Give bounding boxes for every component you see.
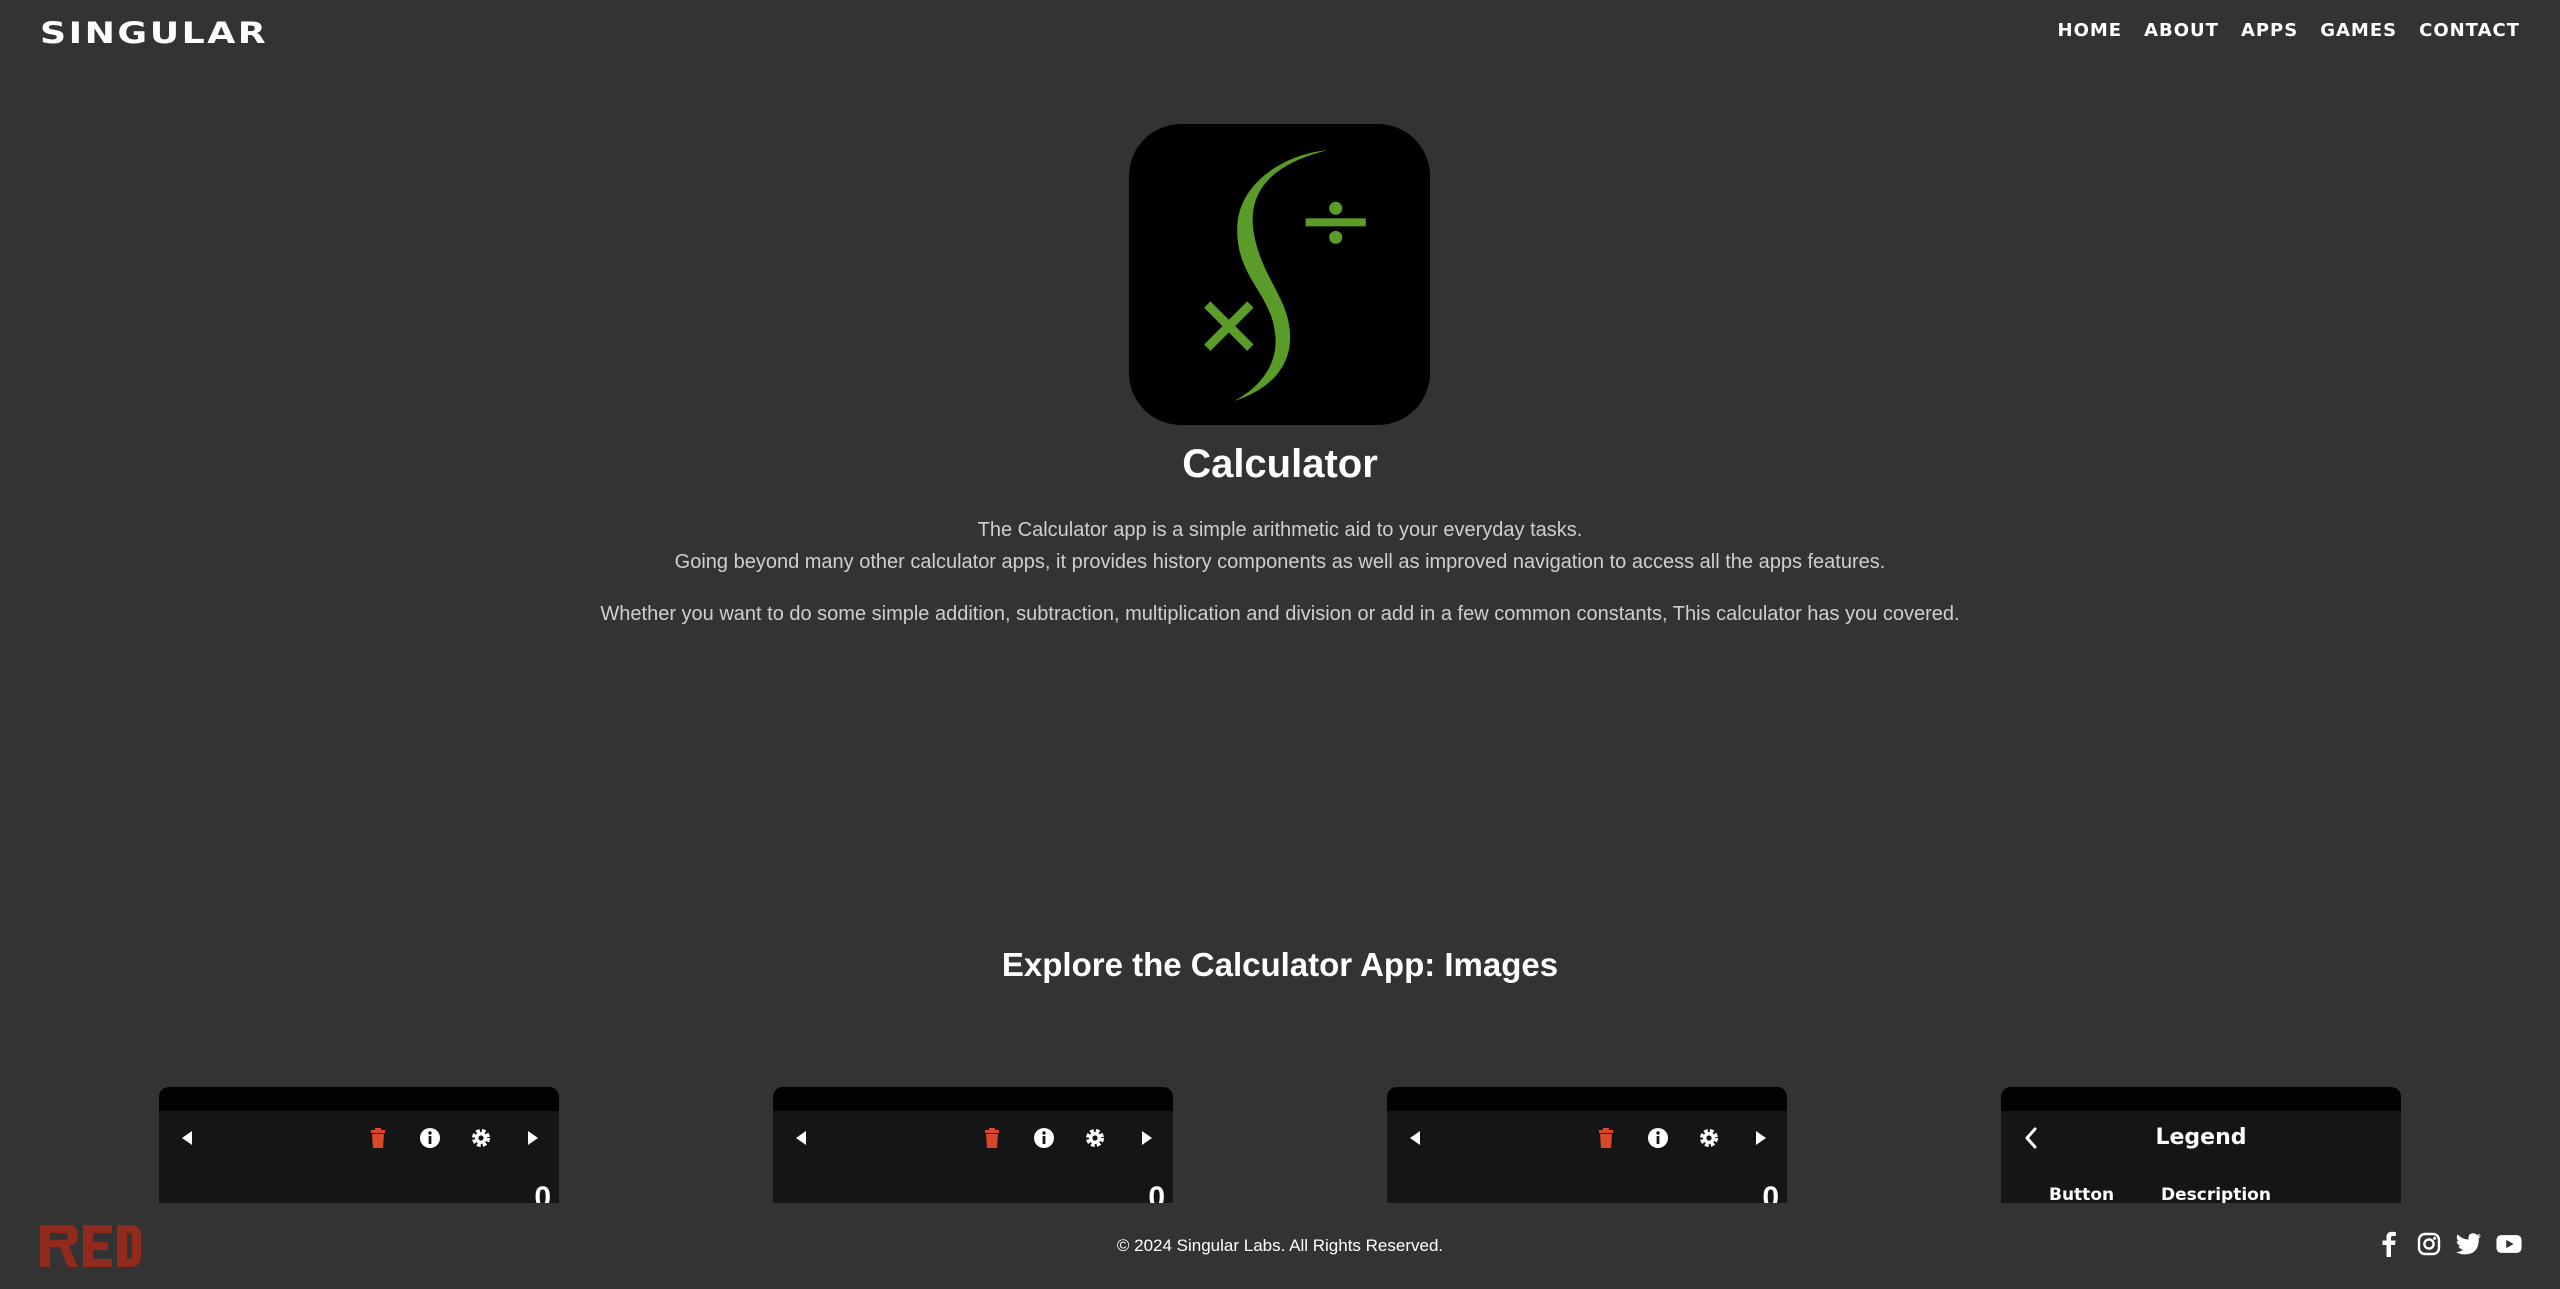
info-icon	[415, 1123, 445, 1153]
nav-games-link[interactable]: GAMES	[2320, 20, 2397, 41]
next-arrow-icon	[1132, 1123, 1162, 1153]
nav-apps-link[interactable]: APPS	[2241, 20, 2298, 41]
previous-arrow-icon	[1400, 1123, 1430, 1153]
brand-logo[interactable]: SINGULAR	[40, 16, 268, 50]
app-description-line-1: The Calculator app is a simple arithmeti…	[977, 519, 1583, 541]
calculator-logo-icon	[1204, 150, 1366, 401]
gear-icon	[466, 1123, 496, 1153]
gear-icon	[1694, 1123, 1724, 1153]
twitter-icon[interactable]	[2456, 1231, 2482, 1257]
screenshot-status-bar	[1387, 1087, 1787, 1111]
app-title: Calculator	[1182, 442, 1378, 486]
next-arrow-icon	[1746, 1123, 1776, 1153]
social-links	[2376, 1231, 2522, 1257]
gallery-image-2[interactable]: 0	[773, 1087, 1173, 1203]
app-description-line-2: Going beyond many other calculator apps,…	[674, 551, 1886, 573]
trash-icon	[1591, 1123, 1621, 1153]
previous-arrow-icon	[786, 1123, 816, 1153]
gear-icon	[1080, 1123, 1110, 1153]
calculator-display-value: 0	[1762, 1181, 1779, 1204]
instagram-icon[interactable]	[2416, 1231, 2442, 1257]
top-navigation-bar: SINGULAR HOME ABOUT APPS GAMES CONTACT	[0, 0, 2560, 62]
facebook-icon[interactable]	[2376, 1231, 2402, 1257]
nav-about-link[interactable]: ABOUT	[2144, 20, 2219, 41]
screenshot-status-bar	[773, 1087, 1173, 1111]
trash-icon	[977, 1123, 1007, 1153]
legend-column-description: Description	[2161, 1185, 2271, 1203]
next-arrow-icon	[518, 1123, 548, 1153]
app-description-line-3: Whether you want to do some simple addit…	[600, 603, 1960, 625]
gallery-section-title: Explore the Calculator App: Images	[1001, 946, 1559, 983]
previous-arrow-icon	[172, 1123, 202, 1153]
screenshot-status-bar	[159, 1087, 559, 1111]
main-nav: HOME ABOUT APPS GAMES CONTACT	[2058, 20, 2521, 41]
youtube-icon[interactable]	[2496, 1231, 2522, 1257]
calculator-display-value: 0	[1148, 1181, 1165, 1204]
info-icon	[1643, 1123, 1673, 1153]
gallery-image-4[interactable]: Legend Button Description	[2001, 1087, 2401, 1203]
nav-contact-link[interactable]: CONTACT	[2419, 20, 2520, 41]
calculator-display-value: 0	[534, 1181, 551, 1204]
screenshot-status-bar	[2001, 1087, 2401, 1111]
footer: © 2024 Singular Labs. All Rights Reserve…	[0, 1203, 2560, 1289]
copyright-text: © 2024 Singular Labs. All Rights Reserve…	[1116, 1236, 1444, 1255]
legend-title: Legend	[2155, 1125, 2247, 1150]
calculator-app-icon	[1129, 124, 1430, 425]
nav-home-link[interactable]: HOME	[2058, 20, 2123, 41]
trash-icon	[363, 1123, 393, 1153]
gallery-image-3[interactable]: 0	[1387, 1087, 1787, 1203]
gallery-image-1[interactable]: 0	[159, 1087, 559, 1203]
info-icon	[1029, 1123, 1059, 1153]
legend-column-button: Button	[2049, 1185, 2115, 1203]
